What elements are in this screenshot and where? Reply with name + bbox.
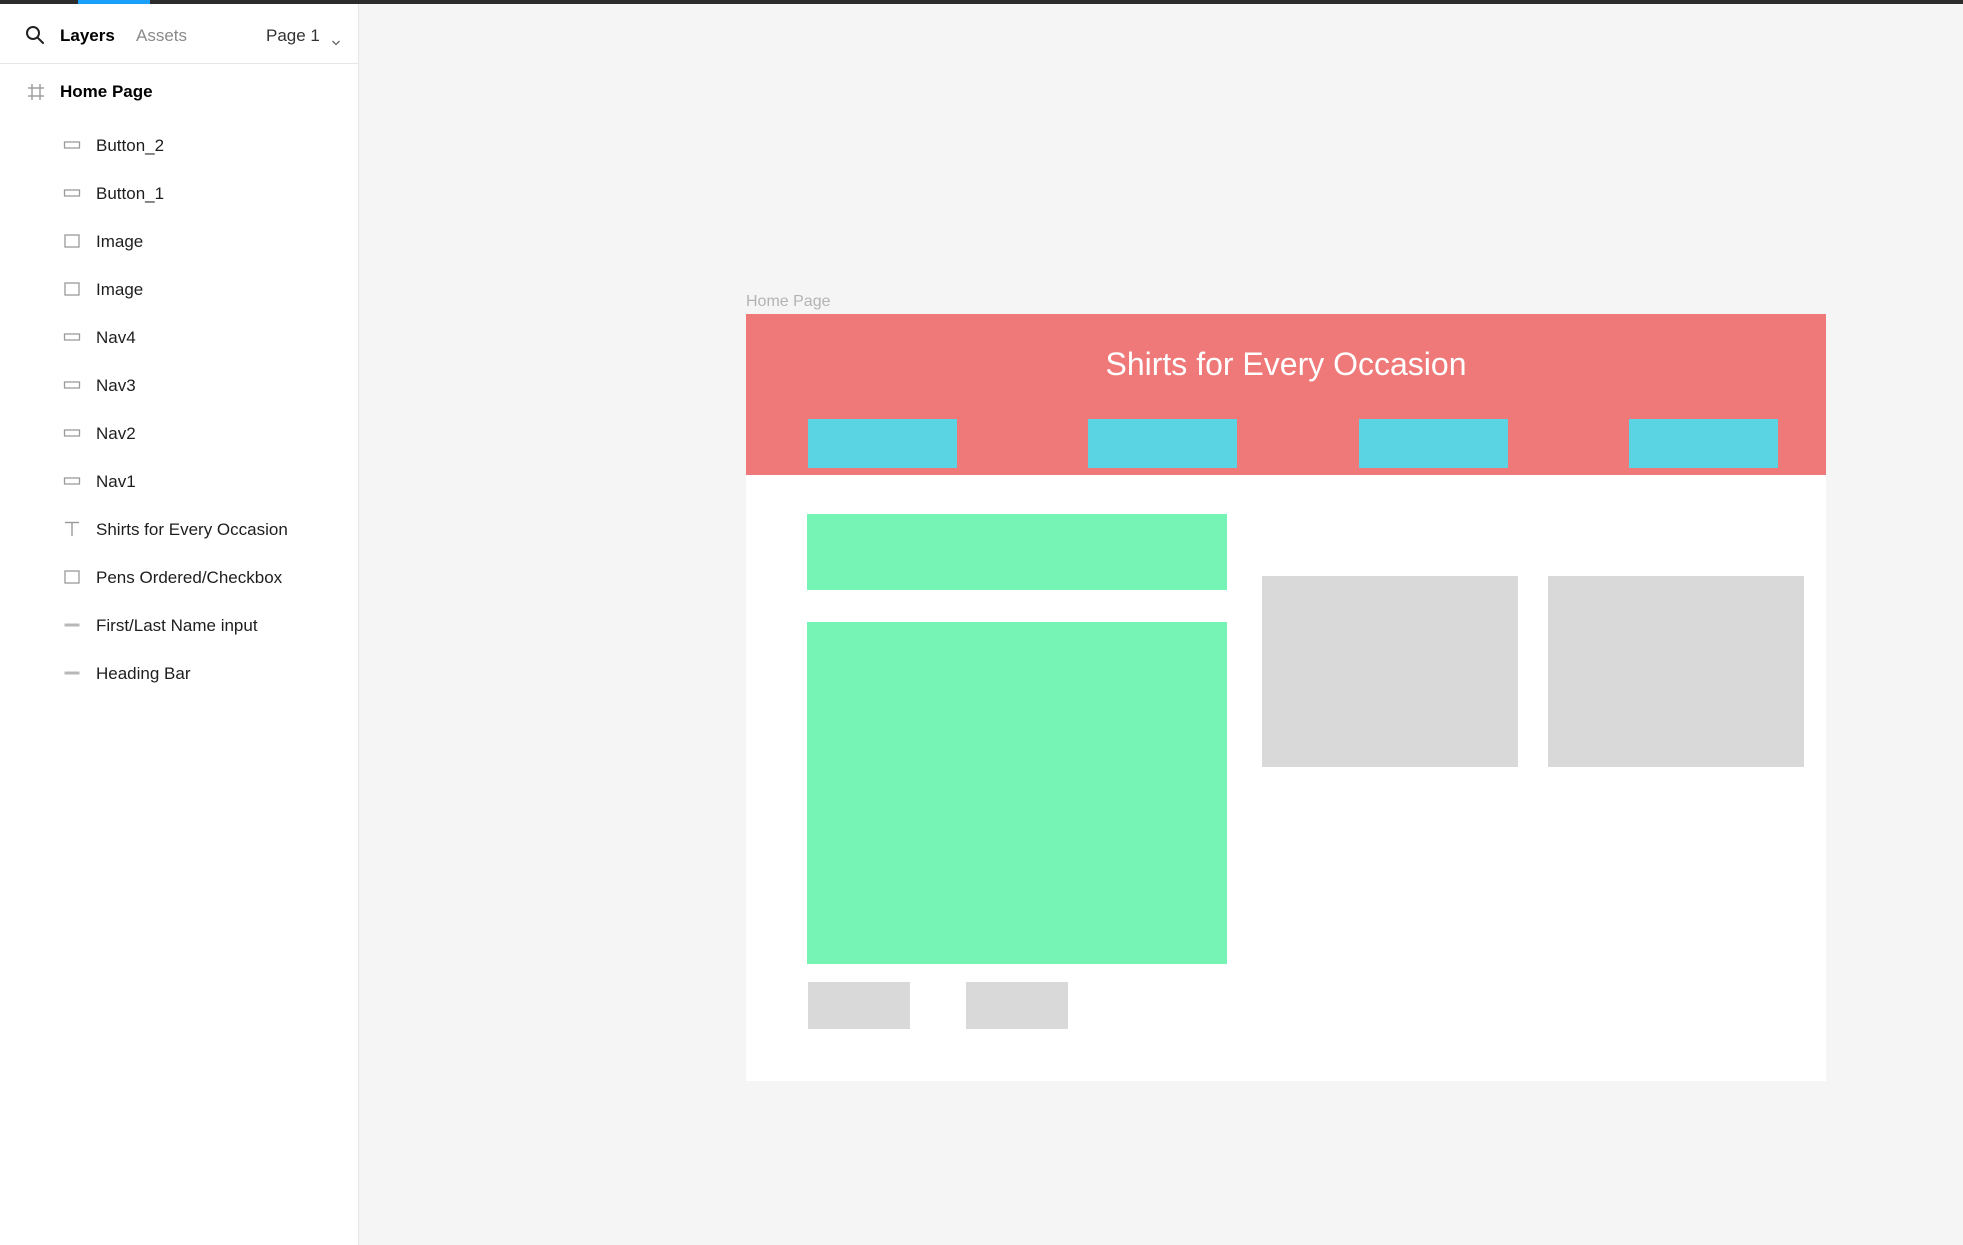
layer-item[interactable]: Nav4 bbox=[0, 314, 358, 362]
text-icon bbox=[62, 519, 82, 539]
square-icon bbox=[62, 231, 82, 251]
layer-item[interactable]: Heading Bar bbox=[0, 650, 358, 698]
rectangle-icon bbox=[62, 135, 82, 155]
rectangle-icon bbox=[62, 375, 82, 395]
nav4-box[interactable] bbox=[1629, 419, 1778, 468]
layer-item-label: Button_2 bbox=[96, 136, 165, 155]
bar-icon bbox=[62, 615, 82, 635]
heading-bar[interactable]: Shirts for Every Occasion bbox=[746, 314, 1826, 475]
layer-item-label: Button_1 bbox=[96, 184, 165, 203]
button1-box[interactable] bbox=[808, 982, 910, 1029]
first-last-name-input-box[interactable] bbox=[807, 514, 1227, 590]
layer-list: Button_2 Button_1 Image Image Nav4 Nav3 … bbox=[0, 122, 358, 698]
layer-item[interactable]: Image bbox=[0, 266, 358, 314]
layer-item-label: First/Last Name input bbox=[96, 616, 258, 635]
layer-item[interactable]: Nav2 bbox=[0, 410, 358, 458]
layer-item[interactable]: Nav3 bbox=[0, 362, 358, 410]
rectangle-icon bbox=[62, 471, 82, 491]
nav2-box[interactable] bbox=[1088, 419, 1237, 468]
rectangle-icon bbox=[62, 183, 82, 203]
layer-item-label: Heading Bar bbox=[96, 664, 191, 683]
layer-item[interactable]: First/Last Name input bbox=[0, 602, 358, 650]
tab-assets[interactable]: Assets bbox=[136, 25, 187, 47]
canvas-frame-title[interactable]: Home Page bbox=[746, 292, 831, 312]
frame-icon bbox=[26, 82, 46, 102]
rectangle-icon bbox=[62, 327, 82, 347]
page-selector[interactable]: Page 1 bbox=[266, 25, 341, 47]
layer-item[interactable]: Nav1 bbox=[0, 458, 358, 506]
nav3-box[interactable] bbox=[1359, 419, 1508, 468]
image-box[interactable] bbox=[1262, 576, 1518, 767]
layers-panel: Layers Assets Page 1 Home Page Button_2 … bbox=[0, 4, 359, 1245]
bar-icon bbox=[62, 663, 82, 683]
layer-item[interactable]: Pens Ordered/Checkbox bbox=[0, 554, 358, 602]
layer-frame-label: Home Page bbox=[60, 82, 153, 101]
layer-item[interactable]: Image bbox=[0, 218, 358, 266]
tab-layers[interactable]: Layers bbox=[60, 25, 115, 47]
pens-ordered-checkbox-box[interactable] bbox=[807, 622, 1227, 964]
page-selector-label: Page 1 bbox=[266, 26, 320, 45]
layer-item[interactable]: Shirts for Every Occasion bbox=[0, 506, 358, 554]
chevron-down-icon bbox=[331, 32, 341, 45]
layer-item-label: Nav1 bbox=[96, 472, 136, 491]
layer-item[interactable]: Button_1 bbox=[0, 170, 358, 218]
layer-item-label: Shirts for Every Occasion bbox=[96, 520, 288, 539]
home-page-frame[interactable]: Shirts for Every Occasion bbox=[746, 314, 1826, 1081]
layer-frame-home-page[interactable]: Home Page bbox=[0, 76, 358, 108]
layers-panel-header: Layers Assets Page 1 bbox=[0, 4, 358, 64]
square-icon bbox=[62, 567, 82, 587]
square-icon bbox=[62, 279, 82, 299]
nav1-box[interactable] bbox=[808, 419, 957, 468]
heading-text[interactable]: Shirts for Every Occasion bbox=[746, 344, 1826, 384]
image-box[interactable] bbox=[1548, 576, 1804, 767]
button2-box[interactable] bbox=[966, 982, 1068, 1029]
layer-item-label: Pens Ordered/Checkbox bbox=[96, 568, 283, 587]
layer-item-label: Image bbox=[96, 280, 144, 299]
layer-item-label: Nav4 bbox=[96, 328, 136, 347]
layer-item[interactable]: Button_2 bbox=[0, 122, 358, 170]
layer-item-label: Image bbox=[96, 232, 144, 251]
layer-item-label: Nav3 bbox=[96, 376, 136, 395]
rectangle-icon bbox=[62, 423, 82, 443]
search-icon[interactable] bbox=[24, 24, 46, 46]
layer-item-label: Nav2 bbox=[96, 424, 136, 443]
